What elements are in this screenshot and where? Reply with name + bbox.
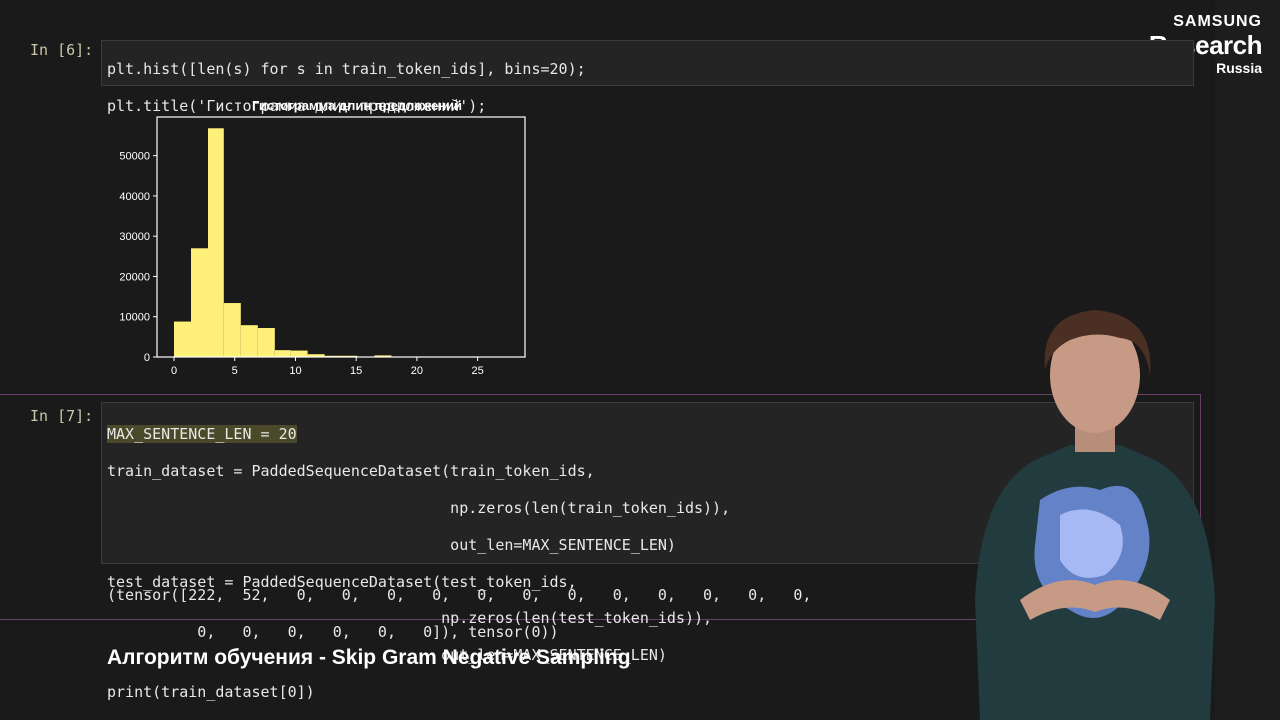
y-tick-label: 40000 <box>119 191 150 203</box>
y-tick-label: 10000 <box>119 312 150 324</box>
histogram-bar <box>174 321 192 357</box>
chart-title: Гистограмма длин предложений <box>252 98 462 113</box>
x-tick-label: 25 <box>472 365 484 377</box>
x-tick-label: 15 <box>350 365 362 377</box>
x-tick-label: 5 <box>232 365 238 377</box>
histogram-bar <box>274 350 291 357</box>
cell7-line-2: train_dataset = PaddedSequenceDataset(tr… <box>107 462 730 480</box>
histogram-bar <box>223 303 241 357</box>
x-tick-label: 10 <box>289 365 301 377</box>
cell6-prompt: In [6]: <box>30 41 94 59</box>
y-tick-label: 30000 <box>119 231 150 243</box>
logo-line-samsung: SAMSUNG <box>1173 13 1262 30</box>
y-tick-label: 0 <box>144 352 150 364</box>
cell7-prompt: In [7]: <box>30 407 94 425</box>
y-tick-label: 20000 <box>119 271 150 283</box>
cell7-line-8: print(train_dataset[0]) <box>107 683 730 701</box>
x-tick-label: 0 <box>171 365 177 377</box>
histogram-bar <box>290 350 308 357</box>
cell7-code[interactable]: MAX_SENTENCE_LEN = 20 train_dataset = Pa… <box>107 407 730 720</box>
cell7-output-line-1: (tensor([222, 52, 0, 0, 0, 0, 0, 0, 0, 0… <box>107 586 812 605</box>
cell7-line-4-text: out_len=MAX_SENTENCE_LEN) <box>107 535 676 554</box>
cell7-line-3-text: np.zeros(len(train_token_ids)), <box>107 499 731 518</box>
cell7-line-1-text: MAX_SENTENCE_LEN = 20 <box>107 425 297 444</box>
y-tick-label: 50000 <box>119 151 150 163</box>
cell6-line-1: plt.hist([len(s) for s in train_token_id… <box>107 60 586 78</box>
cell7-output-line-2: 0, 0, 0, 0, 0, 0]), tensor(0)) <box>107 623 559 642</box>
histogram-bar <box>208 128 224 357</box>
histogram-chart: Гистограмма длин предложений 0 10000 20000… <box>119 98 526 377</box>
cell7-line-8-text: print(train_dataset[0]) <box>107 683 315 702</box>
histogram-bar <box>240 325 258 357</box>
cell7-line-2-text: train_dataset = PaddedSequenceDataset(tr… <box>107 462 595 481</box>
cell7-line-3: np.zeros(len(train_token_ids)), <box>107 499 730 517</box>
x-axis: 0 5 10 15 20 25 <box>171 357 484 377</box>
x-tick-label: 20 <box>411 365 423 377</box>
histogram-bar <box>257 328 275 357</box>
cell7-line-1: MAX_SENTENCE_LEN = 20 <box>107 425 730 444</box>
presenter-figure <box>975 310 1215 720</box>
cell6-line-1-text: plt.hist([len(s) for s in train_token_id… <box>107 60 586 79</box>
histogram-bar <box>191 248 209 357</box>
bars-group <box>174 128 508 357</box>
y-axis: 0 10000 20000 30000 40000 50000 <box>119 151 157 364</box>
cell7-line-4: out_len=MAX_SENTENCE_LEN) <box>107 536 730 554</box>
section-heading: Алгоритм обучения - Skip Gram Negative S… <box>107 646 631 669</box>
